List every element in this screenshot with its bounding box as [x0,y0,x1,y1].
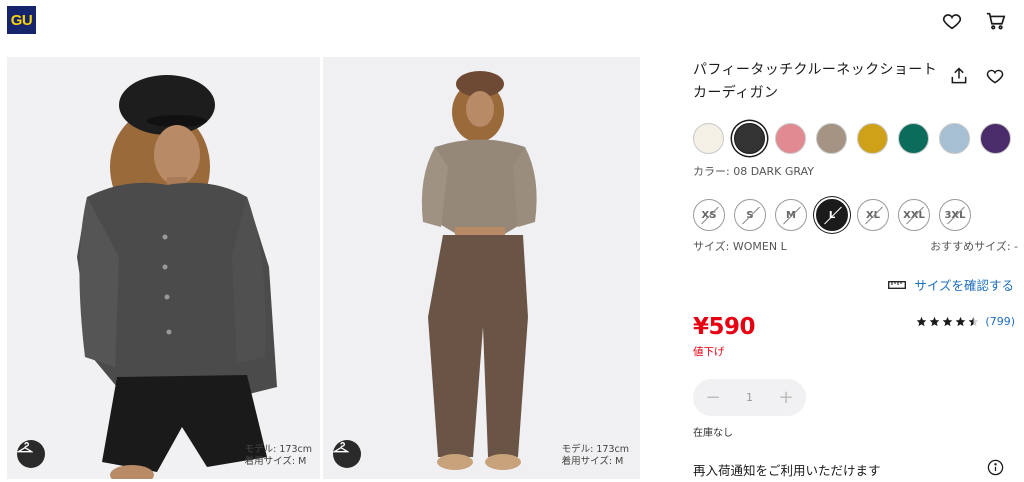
star-rating [916,316,979,327]
size-option[interactable]: S [734,199,766,231]
color-swatch[interactable] [734,123,765,154]
size-check-label: サイズを確認する [914,278,1014,293]
hanger-icon [333,442,349,453]
product-image-1[interactable]: モデル: 173cm 着用サイズ: M [7,57,320,479]
model-size: 着用サイズ: M [561,456,624,467]
color-swatch[interactable] [816,123,847,154]
model-size: 着用サイズ: M [244,456,307,467]
size-option[interactable]: 3XL [939,199,971,231]
try-on-button[interactable] [17,440,45,468]
color-swatch[interactable] [980,123,1011,154]
model-info: モデル: 173cm 着用サイズ: M [562,444,629,468]
try-on-button[interactable] [333,440,361,468]
star-icon [969,316,979,327]
model-height: モデル: 173cm [561,444,629,455]
site-header: GU [0,0,1024,50]
color-swatch[interactable] [857,123,888,154]
price-tag: 値下げ [693,346,725,358]
quantity-stepper: − 1 + [693,379,806,416]
ruler-icon [888,280,907,289]
hanger-icon [17,442,33,453]
qty-decrease-button[interactable]: − [705,388,721,406]
review-count[interactable]: (799) [985,315,1015,328]
color-swatch[interactable] [898,123,929,154]
restock-notice: 再入荷通知をご利用いただけます [693,463,881,478]
color-swatch[interactable] [693,123,724,154]
share-icon[interactable] [949,66,969,86]
price: ¥590 [693,314,756,340]
gu-logo[interactable]: GU [7,6,36,34]
color-swatch[interactable] [939,123,970,154]
size-option[interactable]: XL [857,199,889,231]
star-icon [917,316,927,327]
size-option[interactable]: XXL [898,199,930,231]
cart-icon[interactable] [985,10,1007,32]
size-check-link[interactable]: サイズを確認する [888,275,1014,294]
model-info: モデル: 173cm 着用サイズ: M [245,444,312,468]
heart-icon[interactable] [941,10,963,32]
product-image-2[interactable]: モデル: 173cm 着用サイズ: M [323,57,640,479]
heart-icon[interactable] [985,66,1005,86]
size-option[interactable]: M [775,199,807,231]
info-icon[interactable] [987,459,1004,476]
qty-increase-button[interactable]: + [778,388,794,406]
model-illustration-1 [77,75,277,479]
size-option[interactable]: XS [693,199,725,231]
star-icon [930,316,940,327]
star-icon [943,316,953,327]
color-swatch[interactable] [775,123,806,154]
star-icon [956,316,966,327]
stock-status: 在庫なし [693,428,733,439]
size-option[interactable]: L [816,199,848,231]
rating[interactable]: (799) [916,315,1015,328]
model-illustration-2 [421,71,537,470]
model-height: モデル: 173cm [244,444,312,455]
qty-value[interactable]: 1 [746,391,753,404]
recommended-size-label: おすすめサイズ: - [930,240,1018,253]
color-label: カラー: 08 DARK GRAY [693,165,814,178]
size-option-list: XS SML XL XXL 3XL [693,199,971,231]
size-label: サイズ: WOMEN L [693,240,787,253]
color-swatch-list [693,123,1011,154]
product-title: パフィータッチクルーネックショートカーディガン [693,62,938,101]
